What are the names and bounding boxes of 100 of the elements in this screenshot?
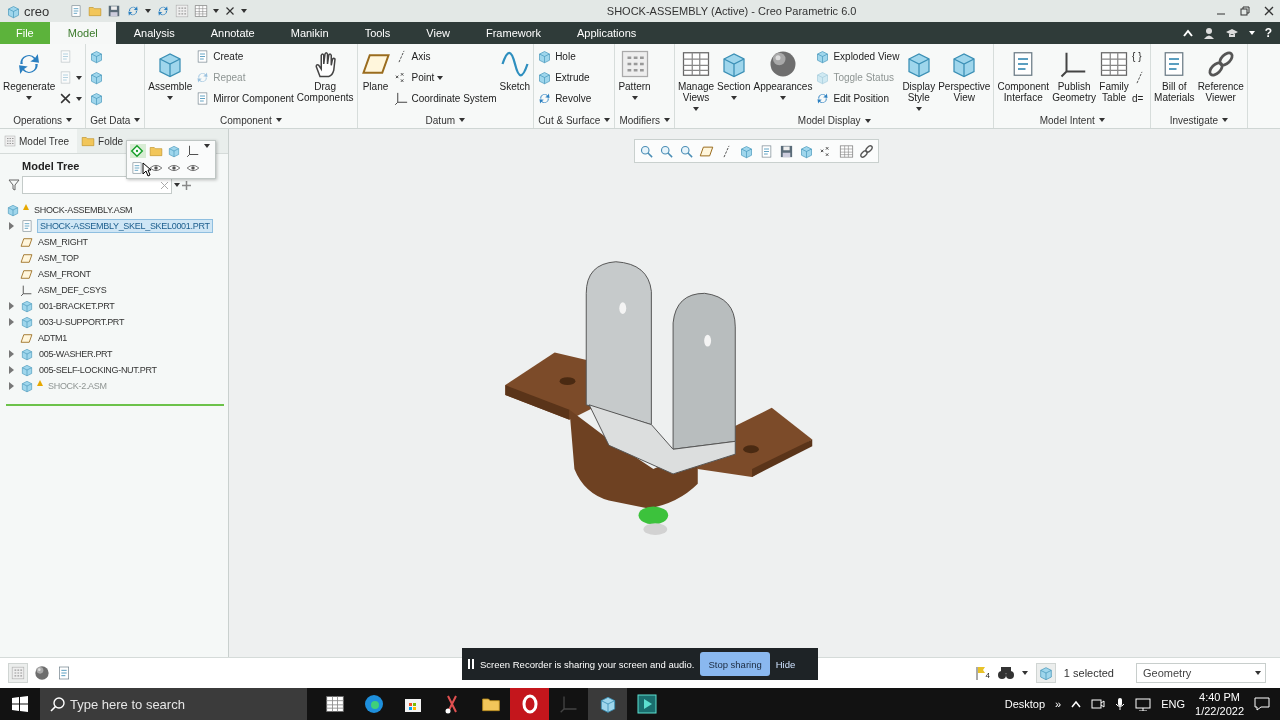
search-field[interactable]: Type here to search [40, 688, 307, 720]
expand-arrow-icon[interactable] [9, 318, 14, 326]
tree-item[interactable]: 001-BRACKET.PRT [37, 300, 117, 312]
logo-icon [6, 3, 21, 19]
ribbon-tab[interactable]: Applications [559, 22, 655, 44]
binoculars-icon[interactable] [997, 666, 1014, 680]
graduation-cap-icon[interactable] [1224, 28, 1239, 38]
desktop-label[interactable]: Desktop [1004, 698, 1046, 710]
filter-field[interactable] [22, 176, 172, 194]
caret-icon[interactable] [204, 144, 211, 148]
tree-item[interactable]: 005-WASHER.PRT [37, 348, 115, 360]
expand-arrow-icon[interactable] [9, 366, 14, 374]
group-label[interactable]: Investigate [1153, 112, 1245, 128]
cube-icon [815, 49, 831, 64]
tree-item[interactable]: SHOCK-ASSEMBLY.ASM [32, 204, 135, 216]
tree-item[interactable]: ASM_TOP [36, 252, 81, 264]
filter-dropdown[interactable]: Geometry [1136, 663, 1266, 683]
ribbon-button[interactable]: Extrude [536, 68, 593, 87]
ribbon-button[interactable]: Component Interface [996, 47, 1051, 112]
expand-arrow-icon[interactable] [9, 302, 14, 310]
ribbon-button[interactable]: Reference Viewer [1196, 47, 1245, 112]
ribbon-button[interactable]: Mirror Component [194, 89, 295, 108]
panel-tab[interactable]: Model Tree [0, 129, 78, 153]
caret-icon [167, 96, 174, 100]
overflow-button[interactable]: » [1055, 698, 1062, 710]
tree-item[interactable]: 003-U-SUPPORT.PRT [37, 316, 127, 328]
ribbon-button[interactable]: Sketch [498, 47, 532, 112]
ribbon-button[interactable]: Plane [359, 47, 392, 112]
ribbon-button[interactable]: Revolve [536, 89, 593, 108]
ribbon-button[interactable]: Assemble [147, 47, 194, 112]
tree-item[interactable]: 005-SELF-LOCKING-NUT.PRT [37, 364, 159, 376]
language-indicator[interactable]: ENG [1161, 698, 1186, 710]
ribbon-button[interactable]: Manage Views [676, 47, 716, 113]
ribbon-button[interactable]: Create [194, 47, 295, 66]
restore-icon[interactable] [1240, 6, 1250, 16]
group-label[interactable]: Operations [2, 112, 84, 128]
expand-arrow-icon[interactable] [9, 222, 14, 230]
clock-time[interactable]: 4:40 PM [1199, 690, 1240, 704]
ribbon-button[interactable]: Regenerate [2, 47, 57, 112]
help-button[interactable]: ? [1264, 26, 1272, 40]
ribbon-tab[interactable]: Tools [346, 22, 409, 44]
ribbon-button[interactable]: Family Table [1098, 47, 1131, 112]
hide-link[interactable]: Hide [775, 658, 796, 670]
group-label[interactable]: Cut & Surface [536, 112, 613, 128]
filter-icon[interactable] [8, 179, 20, 191]
ribbon-button[interactable]: Publish Geometry [1051, 47, 1098, 112]
group-label[interactable]: Get Data [88, 112, 143, 128]
caret-icon[interactable] [1021, 671, 1028, 675]
ribbon-button[interactable]: Display Style [901, 47, 937, 113]
ribbon-tab[interactable]: Annotate [192, 22, 273, 44]
notification-icon[interactable] [1254, 697, 1270, 711]
ribbon-button[interactable]: Drag Components [295, 47, 355, 112]
cube-icon [799, 143, 814, 159]
pause-icon[interactable] [468, 659, 474, 669]
ribbon-tab[interactable]: Manikin [272, 22, 347, 44]
selection-count: 1 selected [1063, 667, 1114, 679]
group-label[interactable]: Model Display [676, 113, 992, 128]
ribbon-button[interactable]: Appearances [752, 47, 814, 113]
tree-item[interactable]: ASM_DEF_CSYS [36, 284, 109, 296]
taskbar-app[interactable] [588, 688, 627, 720]
microphone-icon[interactable] [1115, 697, 1126, 711]
caret-icon [1222, 118, 1229, 122]
taskbar-app[interactable] [510, 688, 549, 720]
chevron-up-icon[interactable] [1182, 29, 1193, 37]
tree-item[interactable]: ASM_RIGHT [36, 236, 90, 248]
ribbon-tab[interactable]: Framework [467, 22, 559, 44]
ribbon-button[interactable]: Exploded View [814, 47, 901, 66]
group-label[interactable]: Datum [359, 112, 532, 128]
camera-icon[interactable] [1091, 698, 1106, 710]
ribbon-tab[interactable]: View [408, 22, 468, 44]
panel-tab[interactable]: Folde [77, 129, 128, 153]
caret-icon[interactable] [174, 183, 180, 187]
ribbon-button[interactable]: Bill of Materials [1153, 47, 1196, 112]
close-icon[interactable] [1264, 6, 1274, 16]
ribbon-button[interactable]: Perspective View [937, 47, 992, 113]
group-label[interactable]: Modifiers [617, 112, 672, 128]
ribbon-tab[interactable]: Model [49, 22, 116, 44]
caret-icon [459, 118, 466, 122]
tree-item[interactable]: ASM_FRONT [36, 268, 93, 280]
stop-sharing-button[interactable]: Stop sharing [700, 652, 770, 676]
group-label[interactable]: Component [147, 112, 355, 128]
ribbon-button[interactable]: Axis [392, 47, 498, 66]
ribbon-tab[interactable]: Analysis [115, 22, 193, 44]
expand-arrow-icon[interactable] [9, 350, 14, 358]
chevron-up-icon[interactable] [1071, 700, 1082, 708]
ribbon-button[interactable]: Pattern [617, 47, 652, 112]
ribbon-button[interactable]: Section [716, 47, 752, 113]
cube-icon [739, 143, 754, 159]
ribbon-button[interactable]: Point [392, 68, 498, 87]
ribbon-button[interactable]: Edit Position [814, 89, 901, 108]
ribbon-button[interactable]: d= [1131, 89, 1149, 108]
ribbon-button[interactable]: Coordinate System [392, 89, 498, 108]
ribbon-button[interactable]: { } [1131, 47, 1149, 66]
group-label[interactable]: Model Intent [996, 112, 1149, 128]
ribbon-button[interactable]: Hole [536, 47, 593, 66]
tree-item[interactable]: SHOCK-ASSEMBLY_SKEL_SKEL0001.PRT [37, 219, 213, 233]
clock-date[interactable]: 1/22/2022 [1195, 704, 1244, 718]
person-icon[interactable] [1202, 27, 1215, 39]
tree-item[interactable]: ADTM1 [36, 332, 69, 344]
cube-icon [20, 299, 34, 313]
